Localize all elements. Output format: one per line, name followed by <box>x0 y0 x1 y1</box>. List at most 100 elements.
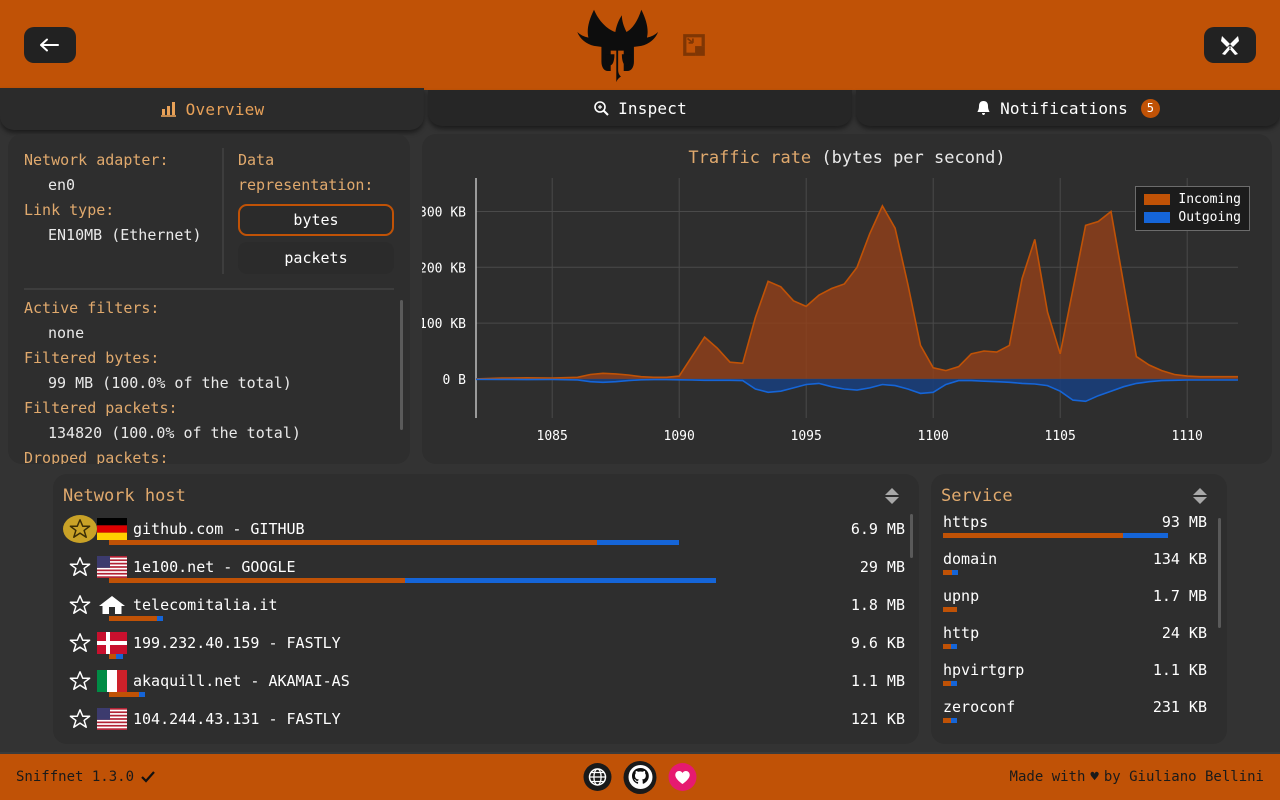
svg-text:1090: 1090 <box>664 429 695 444</box>
heart-glyph: ♥ <box>1090 769 1099 785</box>
globe-icon[interactable] <box>583 763 612 791</box>
sort-updown-icon[interactable] <box>1193 488 1207 504</box>
service-name: http <box>943 624 980 642</box>
svg-text:1085: 1085 <box>537 429 568 444</box>
service-bytes: 231 KB <box>1152 698 1207 716</box>
filter-stats: Active filters: none Filtered bytes: 99 … <box>8 296 410 464</box>
list-item[interactable]: zeroconf 231 KB <box>931 695 1227 732</box>
info-scrollbar[interactable] <box>400 300 403 430</box>
table-row[interactable]: telecomitalia.it 1.8 MB <box>63 586 905 624</box>
legend-swatch-outgoing <box>1144 212 1171 223</box>
table-row[interactable]: github.com - GITHUB 6.9 MB <box>63 510 905 548</box>
wrench-tools-icon <box>1221 36 1239 55</box>
author-credit: Made with ♥ by Giuliano Bellini <box>1010 769 1264 785</box>
service-bytes: 24 KB <box>1161 624 1207 642</box>
info-top: Network adapter: en0 Link type: EN10MB (… <box>8 148 410 274</box>
network-host-header: Network host <box>53 474 919 510</box>
made-with-prefix: Made with <box>1009 769 1086 785</box>
service-bytes: 93 MB <box>1161 513 1207 531</box>
favorite-star-icon[interactable] <box>63 515 97 543</box>
host-bytes: 1.8 MB <box>850 596 905 614</box>
app-header <box>0 0 1280 90</box>
host-traffic-bar <box>109 616 163 621</box>
filtered-bytes-label: Filtered bytes: <box>24 349 160 367</box>
service-name: hpvirtgrp <box>943 661 1025 679</box>
checkmark-icon <box>141 771 155 783</box>
made-with-suffix: by Giuliano Bellini <box>1103 769 1264 785</box>
github-icon[interactable] <box>623 760 657 794</box>
top-row: Network adapter: en0 Link type: EN10MB (… <box>8 134 1272 464</box>
svg-text:0 B: 0 B <box>443 373 467 388</box>
data-representation-group: Data representation: bytes packets <box>222 148 394 274</box>
tab-overview-label: Overview <box>185 99 265 119</box>
sort-updown-icon[interactable] <box>885 488 899 504</box>
representation-option-packets[interactable]: packets <box>238 242 394 274</box>
representation-option-bytes[interactable]: bytes <box>238 204 394 236</box>
version-label: Sniffnet 1.3.0 <box>16 769 135 785</box>
list-item[interactable]: https 93 MB <box>931 510 1227 547</box>
service-traffic-bar <box>943 718 1207 723</box>
favorite-star-icon[interactable] <box>63 668 97 694</box>
active-filters-value: none <box>48 324 85 342</box>
bottom-row: Network host github.com - GITHUB 6.9 MB 1e… <box>8 474 1272 752</box>
notifications-badge: 5 <box>1140 98 1160 118</box>
link-type-value: EN10MB (Ethernet) <box>48 226 202 244</box>
thumbnail-mode-icon[interactable] <box>681 32 707 58</box>
list-item[interactable]: http 24 KB <box>931 621 1227 658</box>
list-item[interactable]: hpvirtgrp 1.1 KB <box>931 658 1227 695</box>
service-traffic-bar <box>943 644 1207 649</box>
tab-inspect[interactable]: Inspect <box>428 90 852 126</box>
footer-links <box>583 760 697 794</box>
host-name: telecomitalia.it <box>133 596 278 614</box>
link-type-label: Link type: <box>24 201 115 219</box>
flag-germany <box>97 518 127 540</box>
app-footer: Sniffnet 1.3.0 Made with ♥ by Giuliano B… <box>0 752 1280 800</box>
host-traffic-bar <box>109 578 716 583</box>
back-button[interactable] <box>24 27 76 63</box>
flag-usa <box>97 708 127 730</box>
adapter-info: Network adapter: en0 Link type: EN10MB (… <box>24 148 222 274</box>
heart-icon[interactable] <box>668 763 697 791</box>
list-item[interactable]: upnp 1.7 MB <box>931 584 1227 621</box>
tab-notifications[interactable]: Notifications 5 <box>856 90 1280 126</box>
service-rows: https 93 MB domain 134 KB upnp 1.7 MB http 24 K… <box>931 510 1227 732</box>
main-content: Network adapter: en0 Link type: EN10MB (… <box>0 126 1280 752</box>
table-row[interactable]: 199.232.40.159 - FASTLY 9.6 KB <box>63 624 905 662</box>
favorite-star-icon[interactable] <box>63 592 97 618</box>
active-filters-label: Active filters: <box>24 299 160 317</box>
sniffnet-dog-logo <box>577 9 659 83</box>
tab-bar: Overview Inspect Notifications 5 <box>0 88 1280 130</box>
chart-title-sub: (bytes per second) <box>821 148 1006 168</box>
service-title: Service <box>941 486 1013 506</box>
magnifier-icon <box>593 100 609 116</box>
capture-info-panel: Network adapter: en0 Link type: EN10MB (… <box>8 134 410 464</box>
table-row[interactable]: akaquill.net - AKAMAI-AS 1.1 MB <box>63 662 905 700</box>
favorite-star-icon[interactable] <box>63 706 97 732</box>
legend-label-incoming: Incoming <box>1178 192 1241 207</box>
network-host-rows: github.com - GITHUB 6.9 MB 1e100.net - GOO… <box>53 510 919 738</box>
tab-overview[interactable]: Overview <box>0 88 424 130</box>
settings-button[interactable] <box>1204 27 1256 63</box>
version-area: Sniffnet 1.3.0 <box>16 769 155 785</box>
legend-swatch-incoming <box>1144 194 1171 205</box>
service-scrollbar[interactable] <box>1218 518 1221 628</box>
list-item[interactable]: domain 134 KB <box>931 547 1227 584</box>
filtered-packets-value: 134820 (100.0% of the total) <box>48 424 301 442</box>
favorite-star-icon[interactable] <box>63 554 97 580</box>
flag-italy <box>97 670 127 692</box>
host-name: 104.244.43.131 - FASTLY <box>133 710 341 728</box>
table-row[interactable]: 1e100.net - GOOGLE 29 MB <box>63 548 905 586</box>
legend-item-incoming: Incoming <box>1144 192 1241 207</box>
filtered-bytes-value: 99 MB (100.0% of the total) <box>48 374 292 392</box>
table-row[interactable]: 104.244.43.131 - FASTLY 121 KB <box>63 700 905 738</box>
service-panel: Service https 93 MB domain 134 KB upnp 1.7 MB… <box>931 474 1227 744</box>
representation-label: Data representation: <box>238 151 374 194</box>
host-scrollbar[interactable] <box>910 514 913 558</box>
service-traffic-bar <box>943 533 1207 538</box>
bell-icon <box>976 100 991 116</box>
service-bytes: 1.1 KB <box>1152 661 1207 679</box>
host-traffic-bar <box>109 692 145 697</box>
host-name: akaquill.net - AKAMAI-AS <box>133 672 350 690</box>
favorite-star-icon[interactable] <box>63 630 97 656</box>
flag-denmark <box>97 632 127 654</box>
